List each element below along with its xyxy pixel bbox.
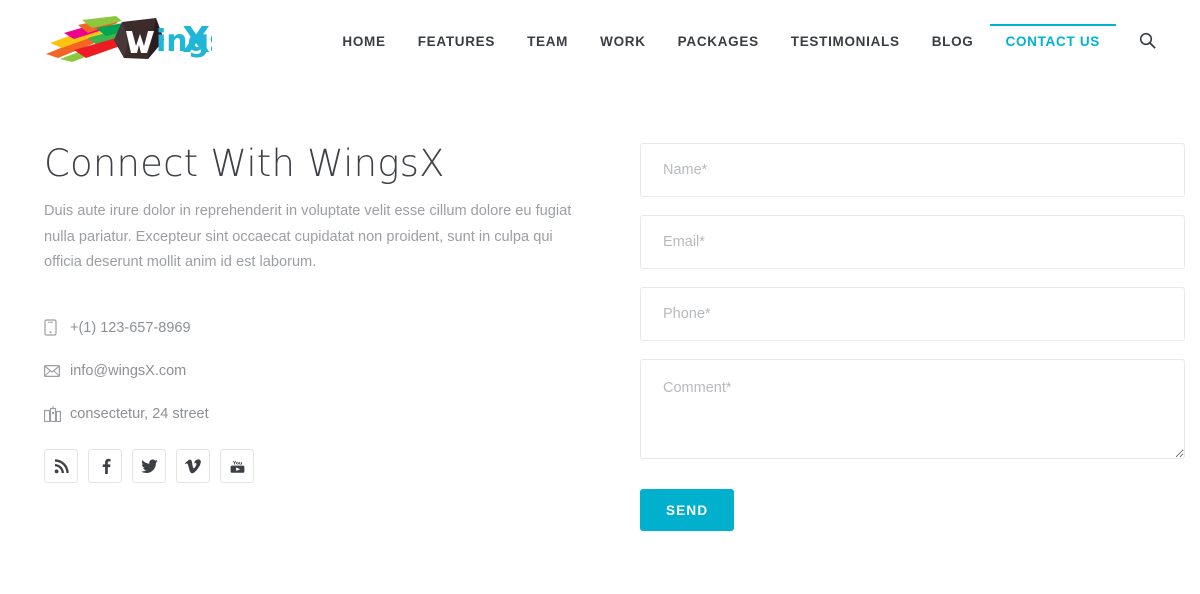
email-input[interactable] [640,215,1185,269]
facebook-icon [102,459,111,475]
svg-text:You: You [231,460,241,466]
contact-form-column: SEND [640,143,1185,531]
social-links: You [44,449,614,484]
envelope-icon [44,365,66,378]
mobile-phone-icon [44,319,66,337]
phone-input[interactable] [640,287,1185,341]
contact-phone-row: +(1) 123-657-8969 [44,319,614,337]
social-link-vimeo[interactable] [176,449,210,484]
contact-info-column: Connect With WingsX Duis aute irure dolo… [44,142,614,531]
social-link-youtube[interactable]: You [220,449,254,484]
nav-item-features[interactable]: FEATURES [402,24,511,57]
page-title: Connect With WingsX [44,142,445,185]
social-link-twitter[interactable] [132,449,166,484]
nav-item-testimonials[interactable]: TESTIMONIALS [775,24,916,57]
contact-email-value: info@wingsX.com [70,363,187,380]
comment-textarea[interactable] [640,359,1185,459]
nav-item-work[interactable]: WORK [584,24,662,57]
contact-address-row: consectetur, 24 street [44,406,614,423]
nav-item-team[interactable]: TEAM [511,24,584,57]
social-link-facebook[interactable] [88,449,122,484]
wingsx-logo[interactable]: ings X [44,12,254,68]
search-button[interactable] [1134,27,1160,53]
vimeo-icon [185,459,201,474]
name-input[interactable] [640,143,1185,197]
wingsx-logo-mark: ings X [46,16,212,62]
contact-email-row: info@wingsX.com [44,363,614,379]
intro-paragraph: Duis aute irure dolor in reprehenderit i… [44,202,572,271]
youtube-icon: You [230,460,244,473]
page-content: Connect With WingsX Duis aute irure dolo… [0,80,1200,531]
contact-form: SEND [640,143,1185,531]
contact-details-list: +(1) 123-657-8969 info@wingsX.com consec… [44,319,614,423]
site-header: ings X HOME FEATURES TEAM WORK PACKAGES … [0,0,1200,80]
nav-item-blog[interactable]: BLOG [916,24,990,57]
svg-text:X: X [182,20,210,61]
main-navigation: HOME FEATURES TEAM WORK PACKAGES TESTIMO… [326,23,1160,57]
rss-icon [54,459,69,474]
contact-address-value: consectetur, 24 street [70,406,209,423]
send-button[interactable]: SEND [640,489,735,531]
nav-item-home[interactable]: HOME [326,24,401,57]
search-icon [1139,32,1156,49]
social-link-rss[interactable] [44,449,78,484]
nav-item-contact-us[interactable]: CONTACT US [989,23,1116,57]
building-icon [44,406,66,423]
twitter-icon [140,459,158,473]
contact-phone-value: +(1) 123-657-8969 [70,319,191,336]
nav-item-packages[interactable]: PACKAGES [662,24,775,57]
